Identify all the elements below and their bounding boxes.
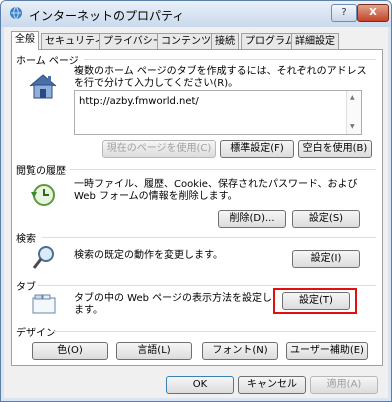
search-icon	[32, 246, 54, 269]
dialog-client: 全般 セキュリティ プライバシー コンテンツ 接続 プログラム 詳細設定 ホーム…	[4, 27, 388, 398]
home-icon	[29, 74, 57, 99]
home-page-description: 複数のホーム ページのタブを作成するには、それぞれのアドレスを行で分けて入力して…	[74, 66, 367, 89]
history-icon	[31, 184, 55, 206]
delete-history-button[interactable]: 削除(D)...	[218, 210, 286, 228]
history-description: 一時ファイル、履歴、Cookie、保存されたパスワード、および Web フォーム…	[74, 179, 358, 202]
tab-general[interactable]: 全般	[11, 31, 39, 50]
url-scrollbar[interactable]: ▲ ▼	[346, 91, 361, 134]
search-group-label: 検索	[16, 234, 36, 245]
tab-advanced[interactable]: 詳細設定	[291, 33, 339, 49]
internet-options-dialog: インターネットのプロパティ ? X 全般 セキュリティ プライバシー コンテンツ…	[0, 0, 392, 402]
tab-content[interactable]: コンテンツ	[157, 33, 215, 49]
group-divider	[84, 59, 376, 60]
accessibility-button[interactable]: ユーザー補助(E)	[286, 342, 368, 360]
tabs-group-label: タブ	[16, 282, 36, 293]
design-group-label: デザイン	[16, 328, 56, 339]
close-button[interactable]: X	[357, 4, 389, 22]
use-current-button[interactable]: 現在のページを使用(C)	[102, 140, 216, 158]
tabs-settings-button[interactable]: 設定(T)	[282, 292, 350, 310]
languages-button[interactable]: 言語(L)	[116, 342, 192, 360]
tabs-icon	[32, 294, 56, 314]
apply-button[interactable]: 適用(A)	[310, 376, 378, 394]
history-group-label: 閲覧の履歴	[16, 166, 66, 177]
scroll-up-icon[interactable]: ▲	[350, 94, 355, 101]
group-divider	[38, 285, 376, 286]
history-settings-button[interactable]: 設定(S)	[292, 210, 360, 228]
group-divider	[70, 169, 376, 170]
window-title: インターネットのプロパティ	[29, 9, 185, 23]
use-default-button[interactable]: 標準設定(F)	[220, 140, 294, 158]
scroll-down-icon[interactable]: ▼	[350, 123, 355, 130]
cancel-button[interactable]: キャンセル	[238, 376, 306, 394]
group-divider	[42, 237, 376, 238]
ok-button[interactable]: OK	[166, 376, 234, 394]
use-blank-button[interactable]: 空白を使用(B)	[298, 140, 372, 158]
group-divider	[54, 331, 376, 332]
home-page-group-label: ホーム ページ	[16, 56, 79, 67]
internet-options-icon	[10, 6, 22, 20]
tabs-description: タブの中の Web ページの表示方法を設定します。	[74, 293, 272, 316]
home-page-url: http://azby.fmworld.net/	[79, 96, 199, 107]
fonts-button[interactable]: フォント(N)	[202, 342, 278, 360]
colors-button[interactable]: 色(O)	[32, 342, 108, 360]
general-tab-panel: ホーム ページ 複数のホーム ページのタブを作成するには、それぞれのアドレスを行…	[11, 49, 383, 366]
help-button[interactable]: ?	[331, 4, 357, 22]
tab-connections[interactable]: 接続	[211, 33, 239, 49]
title-bar: インターネットのプロパティ ? X	[1, 1, 391, 27]
home-page-url-field[interactable]: http://azby.fmworld.net/ ▲ ▼	[74, 90, 362, 135]
search-settings-button[interactable]: 設定(I)	[292, 250, 360, 268]
